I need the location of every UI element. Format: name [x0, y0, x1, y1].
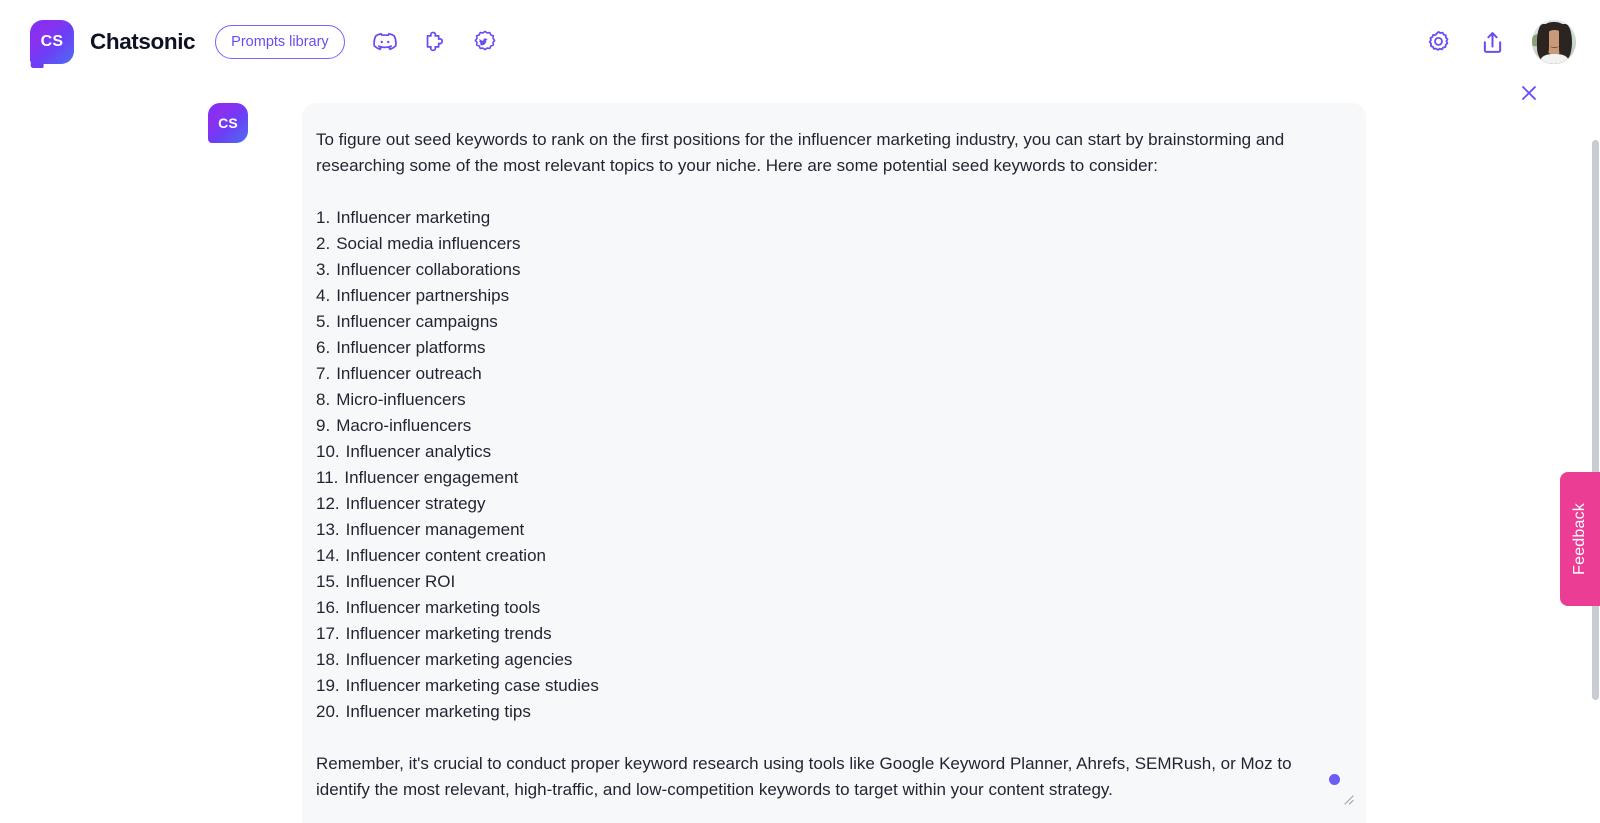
list-item: 3.Influencer collaborations [316, 257, 1338, 283]
list-item-label: Influencer ROI [346, 569, 456, 595]
message-outro-paragraph: Remember, it's crucial to conduct proper… [316, 751, 1338, 803]
assistant-avatar-shape: CS [208, 103, 248, 143]
list-item-number: 16. [316, 595, 340, 621]
twitter-verified-icon[interactable] [471, 28, 499, 56]
list-item-label: Influencer partnerships [336, 283, 509, 309]
chatsonic-logo[interactable]: CS [30, 20, 74, 64]
prompts-library-button[interactable]: Prompts library [215, 25, 345, 59]
list-item-label: Influencer content creation [346, 543, 546, 569]
list-item-number: 19. [316, 673, 340, 699]
list-item-number: 3. [316, 257, 330, 283]
list-item-label: Influencer strategy [346, 491, 486, 517]
list-item-label: Influencer platforms [336, 335, 485, 361]
list-item-number: 18. [316, 647, 340, 673]
resize-grip-handle[interactable] [1340, 791, 1354, 805]
list-item-number: 1. [316, 205, 330, 231]
list-item: 16.Influencer marketing tools [316, 595, 1338, 621]
list-item: 18.Influencer marketing agencies [316, 647, 1338, 673]
list-item: 11. Influencer engagement [316, 465, 1338, 491]
keyword-list: 1.Influencer marketing 2.Social media in… [316, 205, 1338, 725]
list-item: 14.Influencer content creation [316, 543, 1338, 569]
list-item: 15.Influencer ROI [316, 569, 1338, 595]
list-item-label: Influencer marketing trends [346, 621, 552, 647]
list-item-label: Influencer marketing case studies [346, 673, 599, 699]
list-item: 20.Influencer marketing tips [316, 699, 1338, 725]
header-icon-group [371, 28, 499, 56]
assistant-avatar: CS [208, 103, 248, 143]
list-item-number: 6. [316, 335, 330, 361]
logo-shape: CS [30, 20, 74, 64]
list-item: 8.Micro-influencers [316, 387, 1338, 413]
list-item-label: Influencer engagement [344, 465, 518, 491]
list-item-label: Influencer marketing [336, 205, 490, 231]
message-intro-paragraph: To figure out seed keywords to rank on t… [316, 127, 1338, 179]
list-item: 9.Macro-influencers [316, 413, 1338, 439]
list-item: 12.Influencer strategy [316, 491, 1338, 517]
list-item: 17.Influencer marketing trends [316, 621, 1338, 647]
chat-scroll-area[interactable]: CS To figure out seed keywords to rank o… [0, 84, 1560, 823]
user-avatar[interactable] [1532, 20, 1576, 64]
list-item: 6.Influencer platforms [316, 335, 1338, 361]
list-item: 19.Influencer marketing case studies [316, 673, 1338, 699]
gear-icon[interactable] [1424, 28, 1452, 56]
chatsonic-app: CS Chatsonic Prompts library [0, 0, 1600, 823]
list-item: 4.Influencer partnerships [316, 283, 1338, 309]
list-item-number: 20. [316, 699, 340, 725]
feedback-tab-label: Feedback [1571, 503, 1589, 575]
list-item-label: Influencer collaborations [336, 257, 520, 283]
list-item-number: 14. [316, 543, 340, 569]
logo-text: CS [41, 34, 64, 50]
typing-indicator-dot [1329, 774, 1340, 785]
list-item-label: Social media influencers [336, 231, 520, 257]
list-item-label: Influencer marketing tools [346, 595, 541, 621]
list-item-label: Influencer marketing tips [346, 699, 531, 725]
assistant-message-row: CS To figure out seed keywords to rank o… [208, 103, 1366, 823]
list-item-number: 11. [316, 465, 338, 491]
list-item-label: Influencer analytics [346, 439, 492, 465]
list-item-label: Macro-influencers [336, 413, 471, 439]
puzzle-extension-icon[interactable] [421, 28, 449, 56]
feedback-tab[interactable]: Feedback [1560, 472, 1600, 606]
list-item-number: 12. [316, 491, 340, 517]
assistant-message-bubble: To figure out seed keywords to rank on t… [302, 103, 1366, 823]
list-item: 5.Influencer campaigns [316, 309, 1338, 335]
list-item-number: 7. [316, 361, 330, 387]
list-item-label: Influencer campaigns [336, 309, 498, 335]
scrollbar-thumb[interactable] [1592, 140, 1599, 700]
list-item-label: Influencer management [346, 517, 525, 543]
list-item-number: 2. [316, 231, 330, 257]
list-item-number: 9. [316, 413, 330, 439]
list-item: 2.Social media influencers [316, 231, 1338, 257]
list-item-number: 4. [316, 283, 330, 309]
discord-icon[interactable] [371, 28, 399, 56]
list-item-number: 13. [316, 517, 340, 543]
list-item: 7.Influencer outreach [316, 361, 1338, 387]
list-item-number: 10. [316, 439, 340, 465]
list-item-number: 5. [316, 309, 330, 335]
header-left-group: CS Chatsonic Prompts library [0, 20, 499, 64]
app-header: CS Chatsonic Prompts library [0, 0, 1600, 84]
brand-name: Chatsonic [90, 29, 195, 55]
avatar-smile [1550, 44, 1559, 48]
list-item-number: 15. [316, 569, 340, 595]
list-item-label: Influencer marketing agencies [346, 647, 573, 673]
header-right-group [1424, 0, 1576, 84]
list-item: 10.Influencer analytics [316, 439, 1338, 465]
list-item: 13.Influencer management [316, 517, 1338, 543]
list-item-label: Micro-influencers [336, 387, 465, 413]
avatar-hair-left [1537, 24, 1549, 58]
assistant-avatar-text: CS [218, 116, 238, 130]
avatar-shirt [1541, 54, 1568, 64]
list-item-number: 8. [316, 387, 330, 413]
share-upload-icon[interactable] [1478, 28, 1506, 56]
list-item-label: Influencer outreach [336, 361, 482, 387]
list-item-number: 17. [316, 621, 340, 647]
list-item: 1.Influencer marketing [316, 205, 1338, 231]
